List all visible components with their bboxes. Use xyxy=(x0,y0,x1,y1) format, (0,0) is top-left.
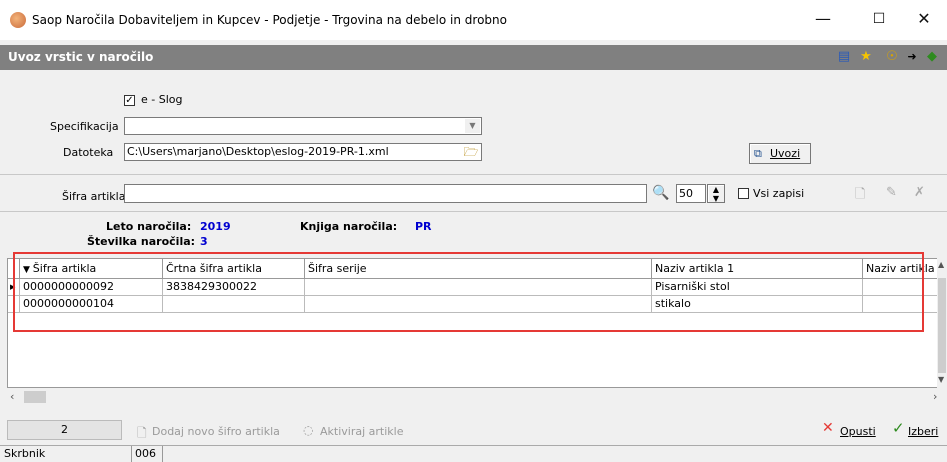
column-header-sifra[interactable]: ▼ Šifra artikla xyxy=(20,259,163,279)
datoteka-label: Datoteka xyxy=(63,146,114,159)
count-stepper[interactable]: ▲ ▼ xyxy=(707,184,725,203)
row-indicator xyxy=(8,296,20,313)
sifra-artikla-label: Šifra artikla xyxy=(62,190,126,203)
close-button[interactable]: ✕ xyxy=(901,4,947,34)
divider xyxy=(0,174,947,175)
eslog-label: e - Slog xyxy=(141,93,183,106)
delete-icon[interactable]: ✗ xyxy=(914,185,925,200)
vsi-zapisi-checkbox[interactable] xyxy=(738,188,749,199)
cancel-x-icon[interactable]: ✕ xyxy=(822,420,834,436)
scroll-down-icon[interactable]: ▼ xyxy=(938,375,944,384)
edit-icon[interactable]: ✎ xyxy=(886,185,897,200)
dialog-title: Uvoz vrstic v naročilo xyxy=(8,50,154,64)
sifra-artikla-search-input[interactable] xyxy=(124,184,647,203)
exit-icon[interactable]: ◆ xyxy=(924,49,940,65)
minimize-button[interactable]: — xyxy=(800,4,846,34)
current-row-indicator-icon: ▶ xyxy=(8,279,20,296)
row-indicator-header xyxy=(8,259,20,279)
leto-narocila-label: Leto naročila: xyxy=(106,220,192,233)
column-header-serija[interactable]: Šifra serije xyxy=(305,259,652,279)
search-icon[interactable]: 🔍 xyxy=(652,184,669,202)
row-count-box: 2 xyxy=(7,420,122,440)
checkmark-icon[interactable]: ✓ xyxy=(892,419,905,437)
stevilka-narocila-value: 3 xyxy=(200,235,208,248)
opusti-button[interactable]: Opusti xyxy=(840,425,876,438)
datoteka-input[interactable]: C:\Users\marjano\Desktop\eslog-2019-PR-1… xyxy=(124,143,482,161)
specifikacija-select[interactable]: ▼ xyxy=(124,117,482,135)
app-logo-icon xyxy=(10,12,26,28)
status-divider xyxy=(131,446,132,462)
row-count-value: 2 xyxy=(61,423,68,436)
aktiviraj-artikle-button[interactable]: Aktiviraj artikle xyxy=(320,425,403,438)
table-cell[interactable] xyxy=(163,296,305,313)
status-divider xyxy=(162,446,163,462)
vsi-zapisi-label: Vsi zapisi xyxy=(753,187,805,200)
status-code: 006 xyxy=(135,447,156,460)
leto-narocila-value: 2019 xyxy=(200,220,231,233)
knjiga-narocila-label: Knjiga naročila: xyxy=(300,220,398,233)
dialog-header: Uvoz vrstic v naročilo ▤ ★ ☉ ➜ ◆ xyxy=(0,45,947,70)
specifikacija-label: Specifikacija xyxy=(50,120,119,133)
table-cell[interactable]: 0000000000104 xyxy=(20,296,163,313)
list-icon[interactable]: ▤ xyxy=(836,49,852,65)
new-record-icon[interactable]: 🗋 xyxy=(855,185,865,207)
record-count-input[interactable]: 50 xyxy=(676,184,706,203)
arrow-right-icon[interactable]: ➜ xyxy=(904,49,920,65)
scroll-left-icon[interactable]: ‹ xyxy=(10,390,14,403)
articles-grid[interactable]: ▼ Šifra artikla Črtna šifra artikla Šifr… xyxy=(7,258,939,388)
stevilka-narocila-label: Številka naročila: xyxy=(87,235,196,248)
folder-open-icon[interactable]: 🗁 xyxy=(462,144,480,160)
table-cell[interactable]: Pisarniški stol xyxy=(652,279,863,296)
record-count-value: 50 xyxy=(679,187,693,200)
table-cell[interactable]: stikalo xyxy=(652,296,863,313)
izberi-button[interactable]: Izberi xyxy=(908,425,938,438)
column-header-crtna[interactable]: Črtna šifra artikla xyxy=(163,259,305,279)
star-icon[interactable]: ★ xyxy=(858,49,874,65)
uvozi-label: Uvozi xyxy=(770,147,801,160)
window-title: Saop Naročila Dobaviteljem in Kupcev - P… xyxy=(32,13,507,27)
add-article-icon: 🗋 xyxy=(137,426,147,440)
table-cell[interactable] xyxy=(863,296,938,313)
vertical-scrollbar[interactable]: ▲ ▼ xyxy=(937,258,947,388)
import-icon: ⧉ xyxy=(754,147,762,160)
table-cell[interactable] xyxy=(863,279,938,296)
divider xyxy=(0,211,947,212)
sort-down-icon: ▼ xyxy=(23,265,33,275)
scroll-right-icon[interactable]: › xyxy=(933,390,937,403)
maximize-button[interactable]: ☐ xyxy=(856,4,902,34)
help-icon[interactable]: ☉ xyxy=(884,49,900,65)
column-header-naziv1[interactable]: Naziv artikla 1 xyxy=(652,259,863,279)
chevron-down-icon[interactable]: ▼ xyxy=(465,119,480,133)
scroll-up-icon[interactable]: ▲ xyxy=(938,260,944,269)
table-cell[interactable]: 3838429300022 xyxy=(163,279,305,296)
table-cell[interactable] xyxy=(305,279,652,296)
hscroll-thumb[interactable] xyxy=(24,391,46,403)
table-cell[interactable]: 0000000000092 xyxy=(20,279,163,296)
activate-icon: ◌ xyxy=(303,423,314,437)
table-cell[interactable] xyxy=(305,296,652,313)
eslog-checkbox[interactable]: ✓ xyxy=(124,95,135,106)
dodaj-novo-sifro-button[interactable]: Dodaj novo šifro artikla xyxy=(152,425,280,438)
column-header-naziv[interactable]: Naziv artikla xyxy=(863,259,938,279)
knjiga-narocila-value: PR xyxy=(415,220,432,233)
status-bar: Skrbnik 006 xyxy=(0,445,947,462)
uvozi-button[interactable]: ⧉ Uvozi xyxy=(749,143,811,164)
scroll-thumb[interactable] xyxy=(938,278,946,373)
datoteka-value: C:\Users\marjano\Desktop\eslog-2019-PR-1… xyxy=(127,145,389,158)
status-user: Skrbnik xyxy=(4,447,46,460)
horizontal-scrollbar[interactable]: ‹ › xyxy=(7,388,947,406)
